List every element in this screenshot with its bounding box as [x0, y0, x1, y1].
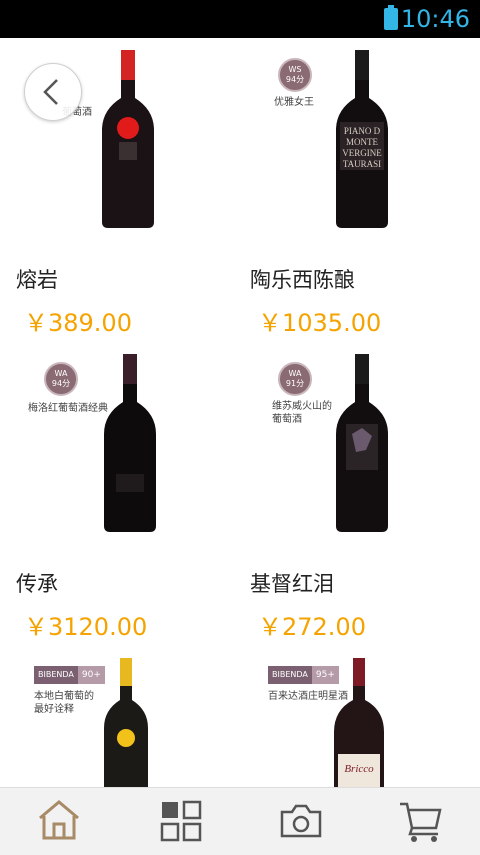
cart-icon [400, 802, 442, 842]
wine-bottle-image [336, 354, 388, 532]
wine-bottle-image [104, 658, 148, 787]
product-note-line: 葡萄酒 [272, 414, 302, 425]
product-card[interactable]: WA 94分 梅洛红葡萄酒经典 传承 ￥3120.00 [0, 342, 232, 646]
wine-bottle-image: Bricco [334, 658, 384, 787]
rating-badge: WA 94分 [44, 362, 78, 396]
back-button[interactable] [24, 63, 82, 121]
svg-text:PIANO D: PIANO D [344, 126, 381, 136]
tab-camera[interactable] [276, 796, 326, 846]
chevron-left-icon [43, 79, 58, 105]
product-note-line: 最好诠释 [34, 704, 74, 715]
tab-home[interactable] [34, 796, 84, 846]
badge-score: 91分 [285, 379, 305, 388]
product-card[interactable]: WA 91分 维苏威火山的 葡萄酒 基督红泪 ￥272.00 [240, 342, 472, 646]
svg-text:MONTE: MONTE [346, 137, 378, 147]
rating-badge: WA 91分 [278, 362, 312, 396]
svg-text:VERGINE: VERGINE [342, 148, 382, 158]
product-price: ￥1035.00 [258, 309, 382, 337]
bottle-label-text: Bricco [344, 763, 374, 775]
battery-icon [384, 5, 398, 30]
wine-bottle-image: PIANO D MONTE VERGINE TAURASI [336, 50, 388, 228]
badge-source: WA [288, 369, 302, 378]
wine-bottle-image [104, 354, 156, 532]
badge-score: 94分 [285, 75, 305, 84]
grid-icon [160, 800, 202, 842]
svg-text:TAURASI: TAURASI [343, 159, 381, 169]
product-name: 陶乐西陈酿 [250, 268, 355, 292]
product-name: 传承 [16, 572, 58, 596]
bibenda-label: BIBENDA [268, 666, 312, 684]
product-grid: 葡萄酒 熔岩 ￥389.00 WS 94分 优雅女王 PIANO D MONTE… [0, 38, 480, 787]
product-note: 梅洛红葡萄酒经典 [28, 403, 108, 414]
bibenda-score: 90+ [77, 666, 105, 684]
status-bar: 10:46 [0, 0, 480, 38]
home-icon [39, 800, 79, 840]
camera-icon [280, 804, 322, 838]
product-note: 优雅女王 [274, 97, 314, 108]
bibenda-badge: BIBENDA 90+ [34, 666, 105, 684]
product-price: ￥3120.00 [24, 613, 148, 641]
bottom-tab-bar [0, 787, 480, 855]
bibenda-label: BIBENDA [34, 666, 78, 684]
bibenda-badge: BIBENDA 95+ [268, 666, 339, 684]
badge-score: 94分 [51, 379, 71, 388]
tab-cart[interactable] [396, 796, 446, 846]
badge-source: WS [288, 65, 302, 74]
product-name: 熔岩 [16, 268, 58, 292]
product-name: 基督红泪 [250, 572, 334, 596]
wine-bottle-image [102, 50, 154, 228]
tab-categories[interactable] [156, 796, 206, 846]
product-note: 本地白葡萄的 最好诠释 [34, 690, 94, 716]
product-note: 维苏威火山的 葡萄酒 [272, 400, 332, 426]
product-price: ￥389.00 [24, 309, 132, 337]
status-time: 10:46 [400, 5, 470, 33]
rating-badge: WS 94分 [278, 58, 312, 92]
product-card[interactable]: BIBENDA 95+ 百来达酒庄明星酒 Bricco [240, 646, 472, 787]
product-note-line: 维苏威火山的 [272, 401, 332, 412]
product-card[interactable]: BIBENDA 90+ 本地白葡萄的 最好诠释 [0, 646, 232, 787]
product-note-line: 本地白葡萄的 [34, 691, 94, 702]
product-card[interactable]: WS 94分 优雅女王 PIANO D MONTE VERGINE TAURAS… [240, 38, 472, 342]
badge-source: WA [54, 369, 68, 378]
product-price: ￥272.00 [258, 613, 366, 641]
